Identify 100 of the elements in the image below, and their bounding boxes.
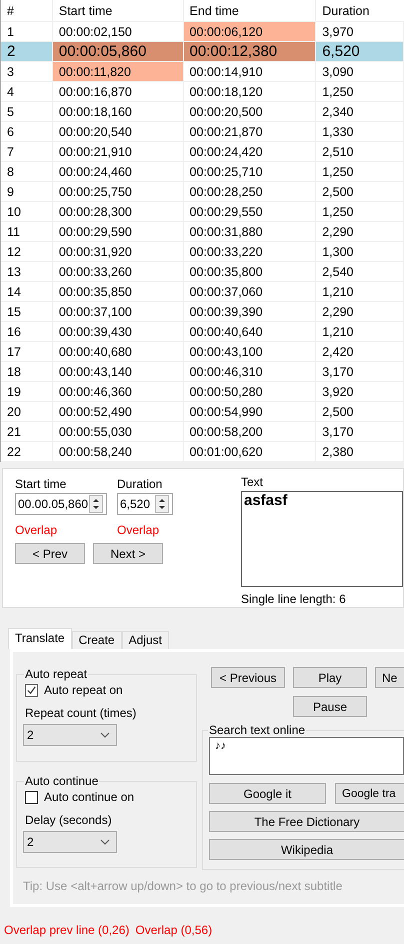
table-cell: 00:00:05,860 [52, 42, 184, 61]
wikipedia-button[interactable]: Wikipedia [209, 839, 404, 860]
table-cell: 00:00:43,100 [184, 342, 316, 361]
table-row[interactable]: 13 00:00:33,260 00:00:35,800 2,540 [1, 262, 404, 282]
table-cell: 6,520 [316, 42, 404, 61]
next-button[interactable]: Ne [375, 667, 404, 688]
table-row[interactable]: 22 00:00:58,240 00:01:00,620 2,380 [1, 442, 404, 462]
table-row[interactable]: 6 00:00:20,540 00:00:21,870 1,330 [1, 122, 404, 142]
table-cell: 00:00:29,550 [184, 202, 316, 221]
prev-button[interactable]: < Prev [15, 543, 85, 564]
column-header[interactable]: # [1, 0, 53, 21]
google-translate-button[interactable]: Google tra [335, 783, 404, 804]
table-row[interactable]: 14 00:00:35,850 00:00:37,060 1,210 [1, 282, 404, 302]
column-header[interactable]: Duration [316, 0, 404, 21]
table-row[interactable]: 12 00:00:31,920 00:00:33,220 1,300 [1, 242, 404, 262]
search-text-field[interactable]: ♪♪ [209, 737, 404, 775]
pause-button[interactable]: Pause [293, 696, 367, 717]
table-cell: 1,330 [316, 122, 404, 141]
table-cell: 2,380 [316, 442, 404, 461]
dictionary-button[interactable]: The Free Dictionary [209, 811, 404, 832]
table-row[interactable]: 8 00:00:24,460 00:00:25,710 1,250 [1, 162, 404, 182]
table-row[interactable]: 5 00:00:18,160 00:00:20,500 2,340 [1, 102, 404, 122]
table-cell: 2,500 [316, 182, 404, 201]
table-cell: 00:00:37,100 [52, 302, 184, 321]
field-label: Duration [117, 477, 164, 492]
table-row[interactable]: 19 00:00:46,360 00:00:50,280 3,920 [1, 382, 404, 402]
spin-arrows-icon[interactable] [89, 495, 103, 513]
table-row[interactable]: 11 00:00:29,590 00:00:31,880 2,290 [1, 222, 404, 242]
table-cell: 00:00:29,590 [52, 222, 184, 241]
start-time-field[interactable]: 00.00.05,860 [15, 493, 107, 515]
repeat-count-dropdown[interactable]: 2 [23, 724, 117, 746]
table-cell: 00:00:43,140 [52, 362, 184, 381]
checkbox[interactable] [25, 684, 38, 696]
table-row[interactable]: 4 00:00:16,870 00:00:18,120 1,250 [1, 82, 404, 102]
column-header[interactable]: Start time [52, 0, 184, 21]
group-title: Search text online [208, 723, 306, 737]
table-cell: 1,250 [316, 162, 404, 181]
table-row[interactable]: 16 00:00:39,430 00:00:40,640 1,210 [1, 322, 404, 342]
table-cell: 00:00:33,220 [184, 242, 316, 261]
table-cell: 00:00:55,030 [52, 422, 184, 441]
table-row[interactable]: 20 00:00:52,490 00:00:54,990 2,500 [1, 402, 404, 422]
table-cell: 2,510 [316, 142, 404, 161]
table-row[interactable]: 10 00:00:28,300 00:00:29,550 1,250 [1, 202, 404, 222]
table-cell: 00:00:52,490 [52, 402, 184, 421]
table-row[interactable]: 3 00:00:11,820 00:00:14,910 3,090 [1, 62, 404, 82]
table-cell: 6 [1, 122, 53, 141]
table-row[interactable]: 2 00:00:05,860 00:00:12,380 6,520 [1, 42, 404, 62]
table-row[interactable]: 18 00:00:43,140 00:00:46,310 3,170 [1, 362, 404, 382]
table-cell: 00:00:58,200 [184, 422, 316, 441]
table-cell: 19 [1, 382, 53, 401]
field-label: Repeat count (times) [25, 706, 138, 721]
table-cell: 00:00:24,420 [184, 142, 316, 161]
table-cell: 2,500 [316, 402, 404, 421]
table-cell: 00:00:40,640 [184, 322, 316, 341]
table-cell: 00:00:11,820 [52, 62, 184, 81]
play-button[interactable]: Play [293, 667, 367, 688]
table-cell: 3,970 [316, 22, 404, 41]
table-row[interactable]: 15 00:00:37,100 00:00:39,390 2,290 [1, 302, 404, 322]
table-cell: 1,300 [316, 242, 404, 261]
table-cell: 21 [1, 422, 53, 441]
table-cell: 3,170 [316, 422, 404, 441]
warning-text: Overlap [117, 523, 160, 537]
table-cell: 1,250 [316, 202, 404, 221]
field-label: Delay (seconds) [25, 813, 113, 828]
table-cell: 2,540 [316, 262, 404, 281]
checkbox[interactable] [25, 790, 38, 804]
checkbox-label[interactable]: Auto continue on [44, 790, 134, 804]
table-cell: 2,290 [316, 222, 404, 241]
warning-text: Overlap [15, 523, 58, 537]
status-text: Overlap (0,56) [135, 923, 212, 937]
subtitle-text-field[interactable]: asfasf [241, 491, 403, 587]
tab[interactable]: Adjust [122, 631, 169, 649]
table-row[interactable]: 17 00:00:40,680 00:00:43,100 2,420 [1, 342, 404, 362]
tab[interactable]: Create [72, 631, 122, 649]
table-cell: 00:00:20,540 [52, 122, 184, 141]
next-button[interactable]: Next > [93, 543, 163, 564]
table-cell: 3,090 [316, 62, 404, 81]
table-cell: 20 [1, 402, 53, 421]
spin-arrows-icon[interactable] [155, 495, 169, 513]
table-cell: 00:00:18,120 [184, 82, 316, 101]
table-cell: 2,420 [316, 342, 404, 361]
delay-dropdown[interactable]: 2 [23, 831, 117, 853]
table-row[interactable]: 7 00:00:21,910 00:00:24,420 2,510 [1, 142, 404, 162]
table-row[interactable]: 9 00:00:25,750 00:00:28,250 2,500 [1, 182, 404, 202]
table-cell: 8 [1, 162, 53, 181]
table-cell: 00:00:54,990 [184, 402, 316, 421]
table-cell: 00:00:40,680 [52, 342, 184, 361]
table-row[interactable]: 21 00:00:55,030 00:00:58,200 3,170 [1, 422, 404, 442]
table-cell: 00:00:21,910 [52, 142, 184, 161]
column-header[interactable]: End time [184, 0, 316, 21]
table-cell: 16 [1, 322, 53, 341]
checkbox-label[interactable]: Auto repeat on [44, 683, 123, 697]
google-button[interactable]: Google it [209, 783, 326, 804]
tab[interactable]: Translate [8, 628, 72, 649]
group-title: Auto continue [24, 774, 100, 788]
table-cell: 00:00:33,260 [52, 262, 184, 281]
previous-button[interactable]: < Previous [211, 667, 285, 688]
text-label: Text [241, 475, 264, 490]
table-cell: 11 [1, 222, 53, 241]
duration-field[interactable]: 6,520 [117, 493, 173, 515]
